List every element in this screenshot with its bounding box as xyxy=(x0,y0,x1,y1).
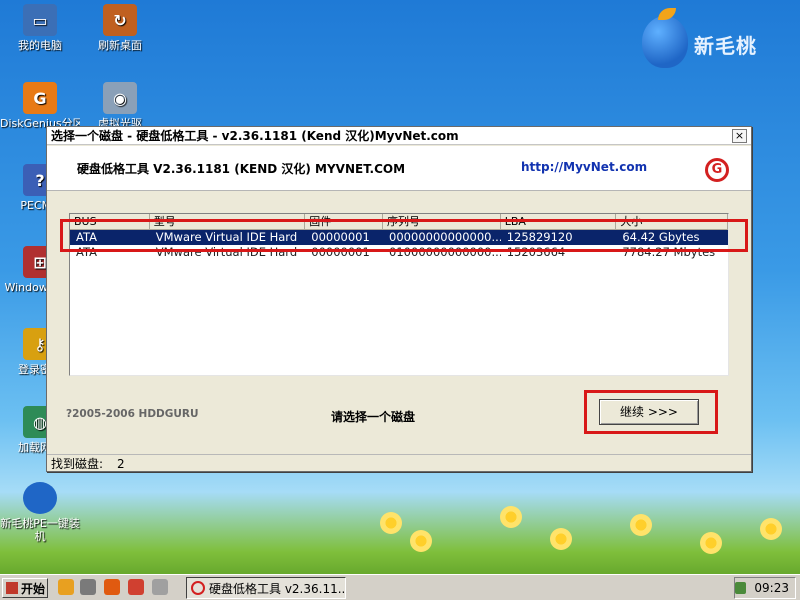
task-label: 硬盘低格工具 v2.36.11... xyxy=(209,581,346,596)
hddguru-task-icon xyxy=(191,581,205,595)
desktop-brand-logo: 新毛桃 xyxy=(636,6,786,72)
window-title: 选择一个磁盘 - 硬盘低格工具 - v2.36.1181 (Kend 汉化)My… xyxy=(47,127,751,145)
quicklaunch-eraser-icon[interactable] xyxy=(152,579,168,595)
status-label: 找到磁盘: xyxy=(51,457,104,471)
tray-network-icon[interactable] xyxy=(735,582,747,594)
peach-icon xyxy=(23,482,57,514)
copyright-text: ?2005-2006 HDDGURU xyxy=(66,408,199,420)
task-button-hdd-tool[interactable]: 硬盘低格工具 v2.36.11... xyxy=(186,577,346,599)
refresh-icon: ↻ xyxy=(103,4,137,36)
diskgenius-icon: G xyxy=(23,82,57,114)
close-button[interactable]: × xyxy=(732,129,747,143)
disc-icon: ◉ xyxy=(103,82,137,114)
start-button[interactable]: 开始 xyxy=(2,578,48,598)
start-label: 开始 xyxy=(21,581,46,596)
system-tray: 09:23 xyxy=(734,577,796,599)
desktop-icon-virtual-drive[interactable]: ◉ 虚拟光驱 xyxy=(80,82,160,130)
desktop-icon-diskgenius[interactable]: G DiskGenius分区工具 xyxy=(0,82,80,130)
header-url-link[interactable]: http://MyvNet.com xyxy=(521,160,647,174)
select-disk-prompt: 请选择一个磁盘 xyxy=(331,410,416,424)
hddguru-logo-icon: G xyxy=(705,158,729,182)
quicklaunch-app-icon[interactable] xyxy=(128,579,144,595)
clock: 09:23 xyxy=(754,581,789,595)
desktop-icon-refresh[interactable]: ↻ 刷新桌面 xyxy=(80,4,160,52)
highlight-continue-button xyxy=(584,390,718,434)
computer-icon: ▭ xyxy=(23,4,57,36)
quicklaunch-explorer-icon[interactable] xyxy=(58,579,74,595)
start-logo-icon xyxy=(6,582,18,594)
header-title: 硬盘低格工具 V2.36.1181 (KEND 汉化) MYVNET.COM xyxy=(77,162,406,176)
brand-text: 新毛桃 xyxy=(694,34,757,58)
disk-count: 2 xyxy=(117,456,125,471)
desktop-icon-one-click-install[interactable]: 新毛桃PE一键装机 xyxy=(0,482,80,543)
desktop-icon-my-computer[interactable]: ▭ 我的电脑 xyxy=(0,4,80,52)
peach-logo-icon xyxy=(642,16,688,68)
quicklaunch-folder-icon[interactable] xyxy=(104,579,120,595)
dialog-header: 硬盘低格工具 V2.36.1181 (KEND 汉化) MYVNET.COM h… xyxy=(47,146,751,191)
quicklaunch-tool-icon[interactable] xyxy=(80,579,96,595)
taskbar: 开始 硬盘低格工具 v2.36.11... 09:23 xyxy=(0,574,800,600)
wallpaper-flowers xyxy=(380,470,800,580)
highlight-selected-disk xyxy=(60,219,748,252)
status-bar: 找到磁盘: 2 xyxy=(47,454,751,472)
